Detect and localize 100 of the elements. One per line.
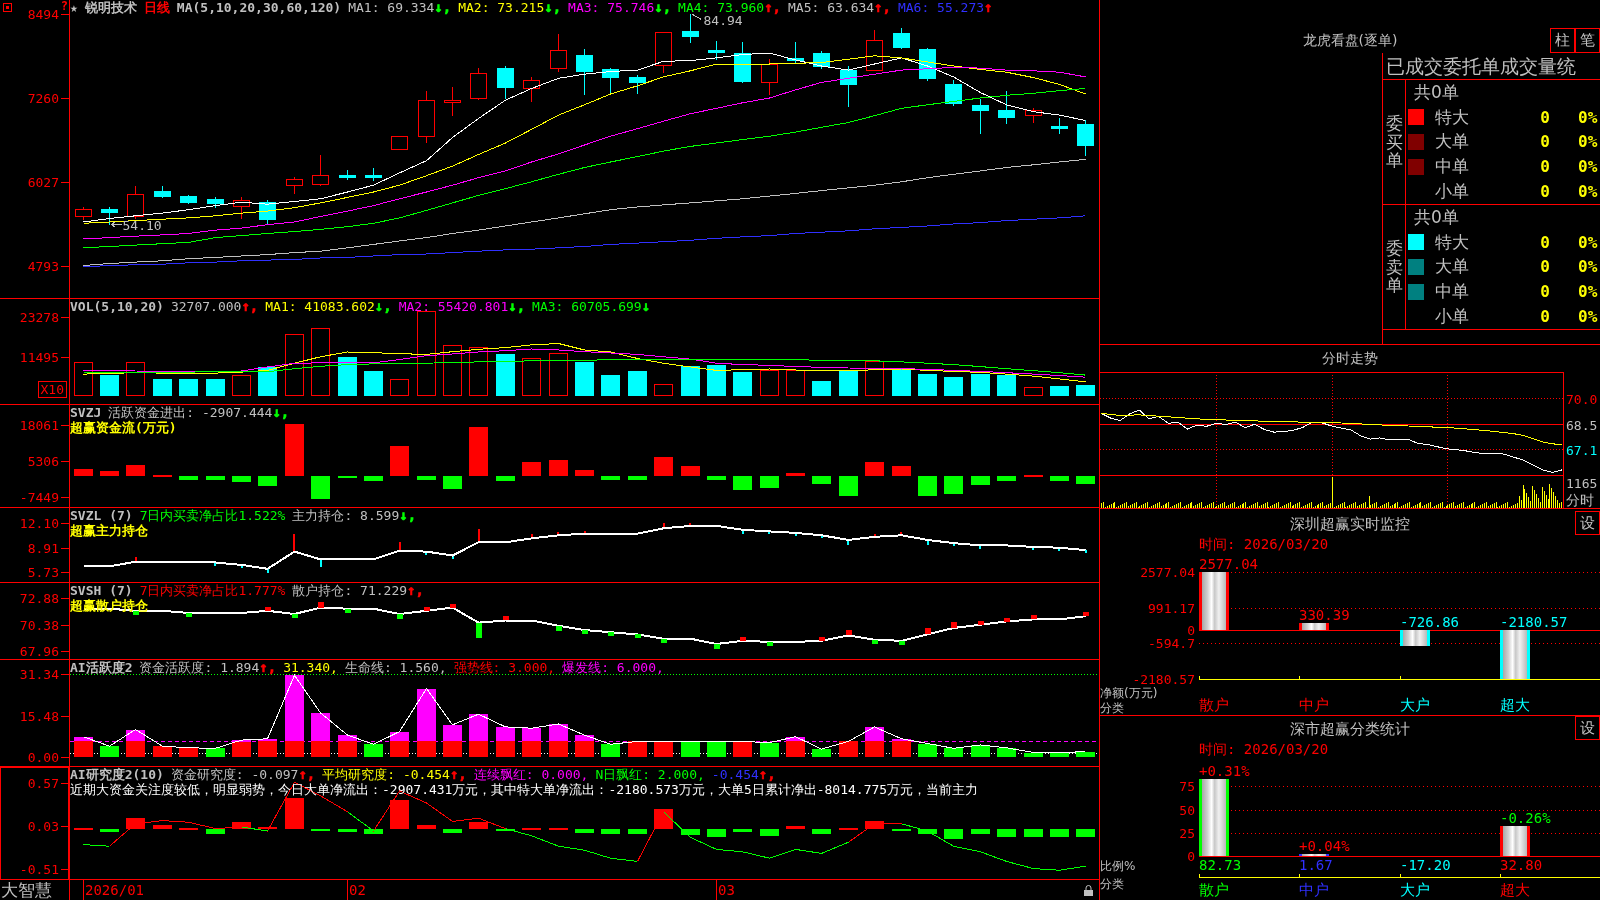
y-axis-label: 0.03 (27, 819, 59, 834)
order-size-label: 中单 (1435, 155, 1470, 179)
price-callout: 84.94 (692, 12, 743, 28)
y-axis-label: 7260 (27, 91, 59, 106)
bar (575, 470, 594, 476)
candlestick (945, 79, 962, 107)
candlestick (655, 32, 672, 74)
bar (918, 374, 937, 396)
chart-title: 深圳超赢实时监控 (1289, 514, 1411, 535)
bar (918, 744, 937, 757)
bar (74, 741, 93, 757)
order-size-label: 小单 (1435, 180, 1470, 204)
bar (812, 381, 831, 396)
y-axis-label: 67.1 (1566, 442, 1598, 458)
period-label: 分时 (1566, 492, 1594, 508)
y-axis-label: 50 (1179, 803, 1195, 818)
indicator-name: VOL(5,10,20) (70, 299, 164, 314)
bar (496, 354, 515, 396)
candlestick (998, 90, 1015, 125)
bar (153, 825, 172, 829)
order-share: 0% (1578, 307, 1599, 327)
bar (522, 741, 541, 757)
bar (760, 476, 779, 488)
category-label: 中户 (1299, 696, 1329, 714)
order-share: 0% (1578, 232, 1599, 252)
y-axis-label: 70.38 (19, 618, 59, 633)
indicator-reading: 连续飘红: 0.000, (473, 767, 589, 782)
order-share: 0% (1578, 257, 1599, 277)
indicator-reading: MA2: 55420.801 (398, 299, 509, 314)
star-symbol: ★ (70, 0, 78, 15)
bar (1085, 550, 1087, 553)
bar (417, 476, 436, 480)
y-axis-label: -2180.57 (1132, 672, 1195, 687)
bar (760, 743, 779, 757)
chart-mode-button[interactable]: 笔 (1575, 28, 1600, 53)
bar (338, 357, 357, 396)
y-axis-label: 6027 (27, 175, 59, 190)
bar (997, 748, 1016, 757)
bar (628, 829, 647, 834)
bar-change-label: +0.31% (1199, 763, 1250, 779)
chart-mode-button[interactable]: 柱 (1550, 28, 1575, 53)
bar (496, 741, 515, 757)
bar (126, 818, 145, 829)
trend-arrow: ↑ (984, 0, 993, 15)
candlestick (127, 185, 144, 220)
scale-factor-button[interactable]: X10 (37, 381, 67, 398)
bar (469, 822, 488, 829)
bar (478, 529, 480, 542)
order-share: 0% (1578, 282, 1599, 302)
bar (285, 424, 304, 476)
candlestick (286, 176, 303, 195)
candlestick (497, 65, 514, 100)
bar (74, 362, 93, 396)
order-count: 0 (1539, 182, 1550, 202)
bar (971, 476, 990, 485)
y-axis-label: 25 (1179, 826, 1195, 841)
annotation: 84.94 (703, 12, 743, 28)
bar (1076, 476, 1095, 484)
axis-title: 净额(万元) (1100, 686, 1158, 700)
trend-arrow: ↑, (449, 767, 467, 782)
bar (469, 427, 488, 476)
bar (812, 476, 831, 484)
bar (311, 713, 330, 741)
bar-change-label: +0.04% (1299, 838, 1350, 854)
bar (1076, 829, 1095, 837)
settings-button[interactable]: 设 (1575, 716, 1600, 740)
order-count: 0 (1539, 257, 1550, 277)
settings-button[interactable]: 设 (1575, 511, 1600, 535)
bar (549, 741, 568, 757)
bar (232, 375, 251, 396)
order-share: 0% (1578, 107, 1599, 127)
bar (469, 714, 488, 741)
bar (733, 476, 752, 490)
bar (390, 732, 409, 741)
indicator-reading: 7日内买卖净占比1.777% (139, 583, 286, 598)
bar (628, 741, 647, 757)
bar (707, 741, 726, 757)
bar (311, 328, 330, 396)
bar (258, 741, 277, 757)
indicator-name: 超赢主力持仓 (70, 523, 148, 538)
date-axis-label: 02 (347, 880, 366, 900)
order-size-label: 小单 (1435, 305, 1470, 329)
order-share: 0% (1578, 182, 1599, 202)
bar (311, 741, 330, 757)
bar (443, 829, 462, 833)
order-size-label: 中单 (1435, 280, 1470, 304)
candlestick (866, 29, 883, 71)
order-count: 0 (1539, 307, 1550, 327)
bar (443, 741, 462, 757)
help-button[interactable]: ? (60, 0, 68, 12)
order-share: 0% (1578, 132, 1599, 152)
bar (733, 741, 752, 757)
bar (549, 460, 568, 476)
bar (892, 741, 911, 757)
bar (390, 741, 409, 757)
trend-arrow: ↓, (434, 0, 452, 15)
indicator-reading: MA2: 73.215 (458, 0, 545, 15)
y-axis-label: 8.91 (27, 541, 59, 556)
chart-subtitle: 时间: 2026/03/20 (1199, 741, 1329, 757)
bar (364, 744, 383, 757)
